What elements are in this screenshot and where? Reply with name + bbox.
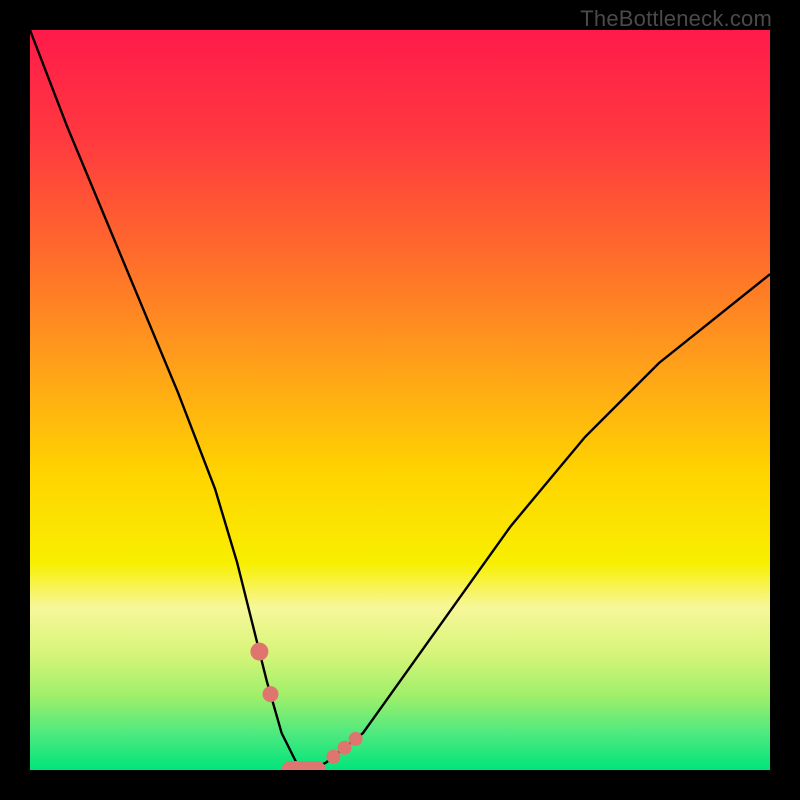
watermark-text: TheBottleneck.com	[580, 6, 772, 32]
chart-frame: TheBottleneck.com	[0, 0, 800, 800]
chart-overlay	[30, 30, 770, 770]
highlight-markers	[250, 643, 362, 770]
curve-line	[30, 30, 770, 770]
plot-area	[30, 30, 770, 770]
